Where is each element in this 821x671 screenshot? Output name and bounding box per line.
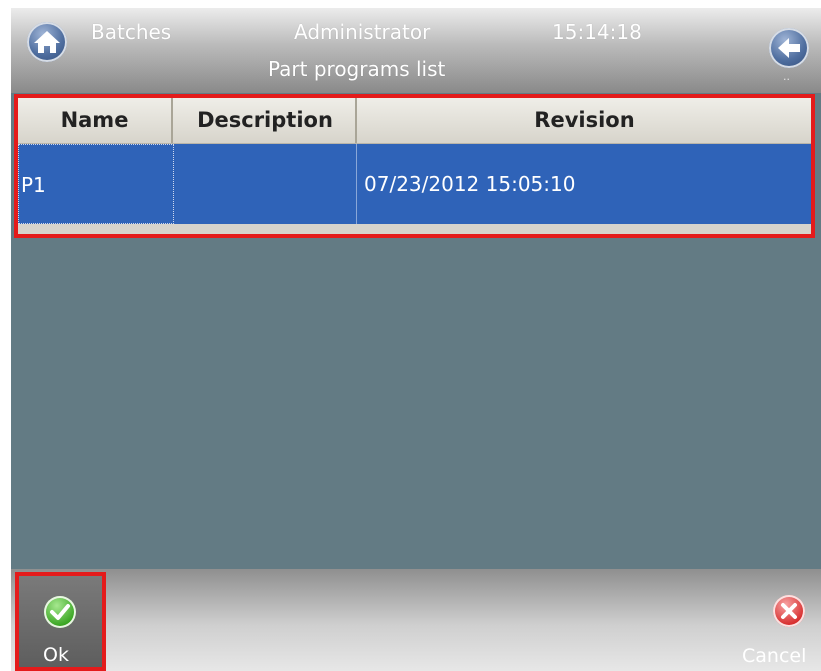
cancel-label[interactable]: Cancel (742, 645, 806, 667)
column-header-description[interactable]: Description (175, 98, 357, 143)
cancel-button[interactable] (773, 595, 805, 627)
column-header-name[interactable]: Name (18, 98, 173, 143)
table-header: Name Description Revision (18, 98, 811, 144)
clock: 15:14:18 (552, 20, 642, 44)
part-programs-screen: Batches Administrator 15:14:18 Part prog… (11, 8, 821, 671)
home-icon (34, 31, 60, 53)
back-button[interactable] (769, 28, 809, 68)
current-user: Administrator (294, 20, 431, 44)
home-button[interactable] (27, 22, 67, 62)
column-header-revision[interactable]: Revision (358, 98, 811, 143)
table-row[interactable]: P1 07/23/2012 15:05:10 (18, 144, 811, 224)
header-bar: Batches Administrator 15:14:18 Part prog… (11, 8, 821, 93)
ok-button[interactable]: Ok (15, 572, 106, 671)
ok-label: Ok (43, 644, 69, 666)
page-title: Part programs list (268, 57, 446, 81)
checkmark-icon (44, 596, 76, 628)
arrow-left-icon (778, 38, 800, 58)
cell-revision: 07/23/2012 15:05:10 (364, 172, 576, 196)
cell-description (175, 144, 357, 224)
screen-name: Batches (91, 20, 172, 44)
cell-name: P1 (18, 144, 174, 224)
x-icon (781, 603, 797, 619)
footer-bar: Ok Cancel (11, 569, 821, 671)
part-programs-table: Name Description Revision P1 07/23/2012 … (14, 94, 815, 238)
back-hint: .. (783, 70, 790, 83)
